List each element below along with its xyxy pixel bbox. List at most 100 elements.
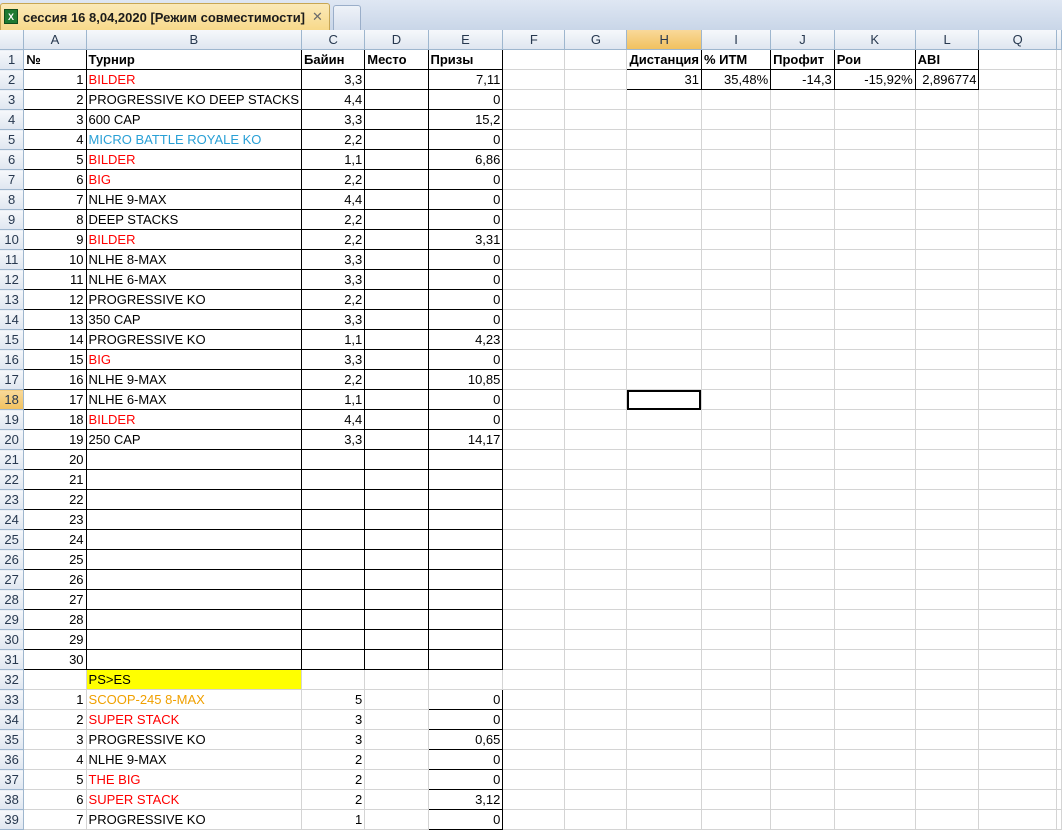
- cell-q4[interactable]: [978, 109, 1057, 130]
- cell-g28[interactable]: [564, 589, 628, 610]
- cell-q9[interactable]: [978, 209, 1057, 230]
- cell-d18[interactable]: [364, 389, 429, 410]
- cell-b19[interactable]: BILDER: [85, 409, 303, 430]
- row-header-17[interactable]: 17: [0, 369, 25, 390]
- cell-c25[interactable]: [301, 529, 366, 550]
- cell-q7[interactable]: [978, 169, 1057, 190]
- cell-q19[interactable]: [978, 409, 1057, 430]
- cell-b22[interactable]: [85, 469, 303, 490]
- cell-b25[interactable]: [85, 529, 303, 550]
- cell-a4[interactable]: 3: [23, 109, 87, 130]
- cell-a28[interactable]: 27: [23, 589, 87, 610]
- cell-l2[interactable]: 2,896774: [914, 69, 980, 90]
- cell-j10[interactable]: [770, 229, 835, 250]
- cell-b5[interactable]: MICRO BATTLE ROYALE KO: [85, 129, 303, 150]
- cell-blank-7[interactable]: [1056, 169, 1062, 190]
- cell-a16[interactable]: 15: [23, 349, 87, 370]
- cell-q31[interactable]: [978, 649, 1057, 670]
- cell-h11[interactable]: [626, 249, 702, 270]
- column-header-k[interactable]: K: [834, 30, 916, 50]
- row-header-18[interactable]: 18: [0, 389, 25, 410]
- cell-blank-35[interactable]: [1056, 729, 1062, 750]
- cell-c2[interactable]: 3,3: [301, 69, 366, 90]
- cell-b20[interactable]: 250 CAP: [85, 429, 303, 450]
- cell-d31[interactable]: [364, 649, 429, 670]
- cell-h34[interactable]: [626, 709, 702, 730]
- cell-g18[interactable]: [564, 389, 628, 410]
- cell-k22[interactable]: [834, 469, 916, 490]
- column-header-l[interactable]: L: [915, 30, 980, 50]
- cell-l13[interactable]: [915, 289, 980, 310]
- cell-f28[interactable]: [502, 589, 566, 610]
- cell-k7[interactable]: [834, 169, 916, 190]
- cell-g19[interactable]: [564, 409, 628, 430]
- cell-i6[interactable]: [701, 149, 772, 170]
- cell-q37[interactable]: [978, 769, 1057, 790]
- cell-i14[interactable]: [701, 309, 772, 330]
- cell-c31[interactable]: [301, 649, 366, 670]
- cell-f36[interactable]: [502, 749, 566, 770]
- cell-a22[interactable]: 21: [23, 469, 87, 490]
- cell-d10[interactable]: [364, 229, 429, 250]
- cell-f26[interactable]: [502, 549, 566, 570]
- cell-c29[interactable]: [301, 609, 366, 630]
- cell-a19[interactable]: 18: [23, 409, 87, 430]
- cell-a36[interactable]: 4: [23, 749, 87, 770]
- cell-i10[interactable]: [701, 229, 772, 250]
- cell-j31[interactable]: [770, 649, 835, 670]
- cell-f9[interactable]: [502, 209, 566, 230]
- row-header-38[interactable]: 38: [0, 789, 25, 810]
- cell-j11[interactable]: [770, 249, 835, 270]
- cell-c16[interactable]: 3,3: [301, 349, 366, 370]
- cell-c15[interactable]: 1,1: [301, 329, 366, 350]
- cell-a18[interactable]: 17: [23, 389, 87, 410]
- row-header-28[interactable]: 28: [0, 589, 25, 610]
- cell-k6[interactable]: [834, 149, 916, 170]
- cell-b21[interactable]: [85, 449, 303, 470]
- column-header-a[interactable]: A: [23, 30, 87, 50]
- cell-a14[interactable]: 13: [23, 309, 87, 330]
- cell-l15[interactable]: [915, 329, 980, 350]
- cell-i5[interactable]: [701, 129, 772, 150]
- cell-b29[interactable]: [85, 609, 303, 630]
- cell-d13[interactable]: [364, 289, 429, 310]
- cell-g11[interactable]: [564, 249, 628, 270]
- cell-h30[interactable]: [626, 629, 702, 650]
- cell-i22[interactable]: [701, 469, 772, 490]
- cell-l3[interactable]: [915, 89, 980, 110]
- cell-l22[interactable]: [915, 469, 980, 490]
- cell-h24[interactable]: [626, 509, 702, 530]
- cell-f33[interactable]: [502, 689, 566, 710]
- cell-blank-22[interactable]: [1056, 469, 1062, 490]
- cell-h8[interactable]: [626, 189, 702, 210]
- cell-f17[interactable]: [502, 369, 566, 390]
- cell-c1[interactable]: Байин: [301, 49, 366, 70]
- cell-q16[interactable]: [978, 349, 1057, 370]
- cell-b15[interactable]: PROGRESSIVE KO: [85, 329, 303, 350]
- cell-f19[interactable]: [502, 409, 566, 430]
- cell-j36[interactable]: [770, 749, 835, 770]
- cell-d9[interactable]: [364, 209, 429, 230]
- cell-q2[interactable]: [978, 69, 1057, 90]
- cell-blank-31[interactable]: [1056, 649, 1062, 670]
- cell-d19[interactable]: [364, 409, 429, 430]
- cell-g24[interactable]: [564, 509, 628, 530]
- cell-h4[interactable]: [626, 109, 702, 130]
- cell-blank-17[interactable]: [1056, 369, 1062, 390]
- cell-f27[interactable]: [502, 569, 566, 590]
- cell-f5[interactable]: [502, 129, 566, 150]
- cell-e14[interactable]: 0: [427, 309, 504, 330]
- cell-c18[interactable]: 1,1: [301, 389, 366, 410]
- cell-i11[interactable]: [701, 249, 772, 270]
- cell-j9[interactable]: [770, 209, 835, 230]
- cell-i4[interactable]: [701, 109, 772, 130]
- cell-d38[interactable]: [364, 789, 429, 810]
- cell-blank-9[interactable]: [1056, 209, 1062, 230]
- cell-j13[interactable]: [770, 289, 835, 310]
- cell-c30[interactable]: [301, 629, 366, 650]
- cell-d27[interactable]: [364, 569, 429, 590]
- cell-e22[interactable]: [427, 469, 504, 490]
- cell-d20[interactable]: [364, 429, 429, 450]
- cell-d7[interactable]: [364, 169, 429, 190]
- cell-c36[interactable]: 2: [301, 749, 366, 770]
